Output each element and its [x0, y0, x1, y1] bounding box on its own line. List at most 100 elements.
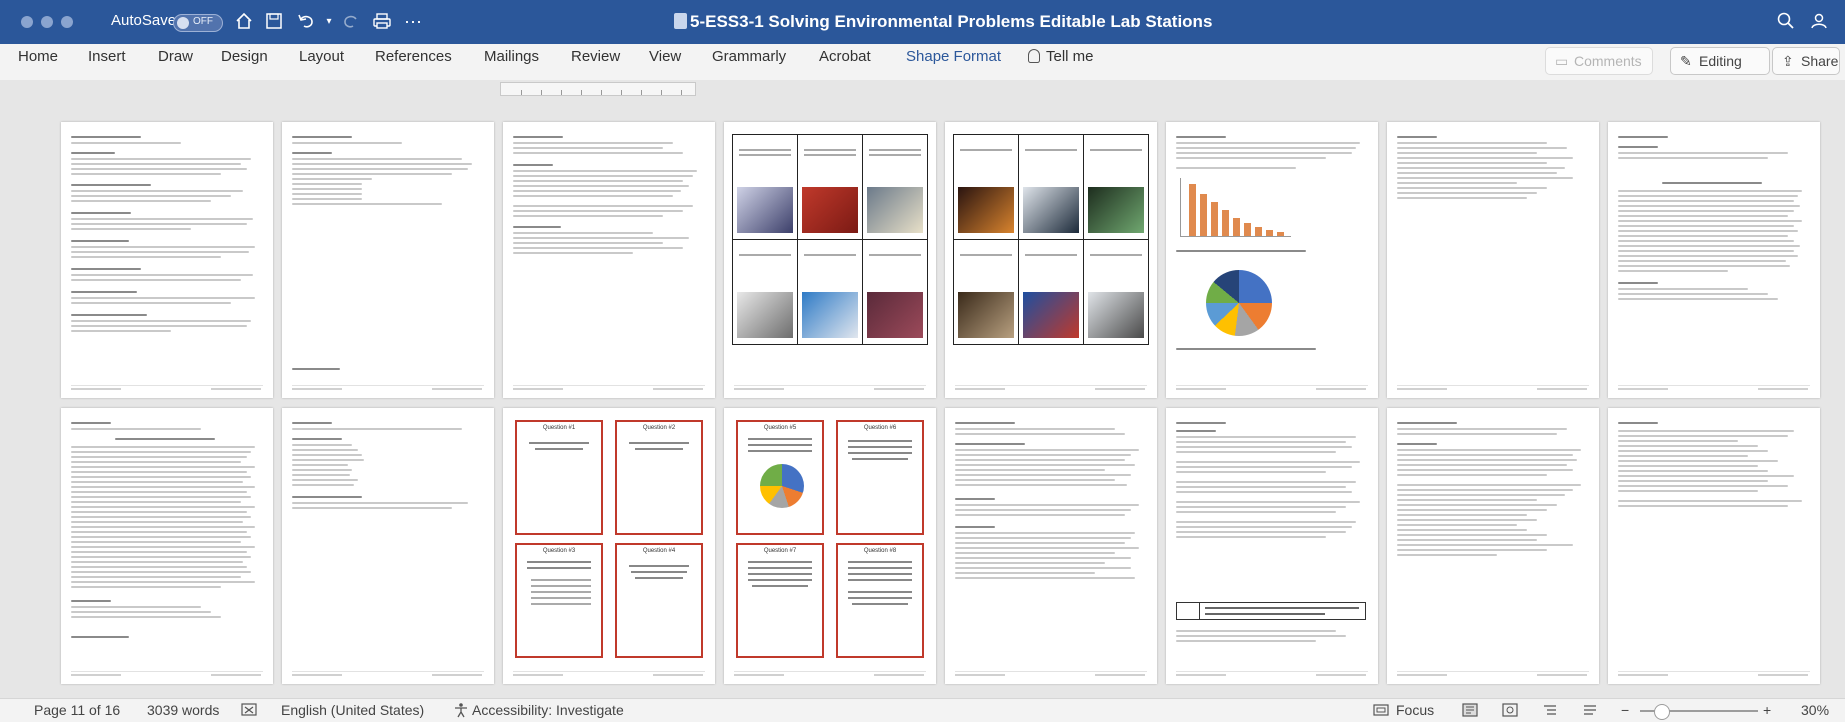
accessibility-status[interactable]: Accessibility: Investigate: [472, 702, 624, 718]
zoom-level[interactable]: 30%: [1801, 702, 1829, 718]
word-count[interactable]: 3039 words: [147, 702, 219, 718]
tab-review[interactable]: Review: [571, 48, 620, 65]
tab-mailings[interactable]: Mailings: [484, 48, 539, 65]
autosave-toggle[interactable]: OFF: [173, 14, 223, 32]
autosave-toggle-knob: [177, 17, 189, 29]
autosave-state: OFF: [193, 16, 213, 27]
question-card: Question #2: [615, 420, 703, 535]
page-thumbnail[interactable]: [1387, 122, 1599, 398]
tab-view[interactable]: View: [649, 48, 681, 65]
page-thumbnail[interactable]: [1608, 122, 1820, 398]
example-card: [1018, 239, 1084, 345]
horizontal-ruler[interactable]: [500, 82, 696, 96]
lightbulb-icon: [1028, 49, 1040, 63]
tab-shape-format[interactable]: Shape Format: [906, 48, 1001, 65]
home-icon[interactable]: [233, 11, 255, 33]
editing-button[interactable]: ✎ Editing: [1670, 47, 1770, 75]
print-icon[interactable]: [371, 11, 393, 33]
page-thumbnail[interactable]: [282, 122, 494, 398]
zoom-out-button[interactable]: −: [1621, 702, 1629, 718]
tab-draw[interactable]: Draw: [158, 48, 193, 65]
draft-view-icon[interactable]: [1581, 702, 1601, 721]
ruler-area: [0, 80, 1845, 98]
document-icon: [674, 13, 687, 29]
page-thumbnail[interactable]: [945, 122, 1157, 398]
example-card: [797, 134, 863, 240]
page-thumbnail[interactable]: [1387, 408, 1599, 684]
page-thumbnail[interactable]: [945, 408, 1157, 684]
focus-icon[interactable]: [1372, 702, 1392, 721]
question-card-title: Question #7: [763, 548, 797, 554]
page-thumbnail[interactable]: Question #5 Question #6 Question #7 Ques…: [724, 408, 936, 684]
question-card-title: Question #5: [763, 425, 797, 431]
status-bar: Page 11 of 16 3039 words English (United…: [0, 698, 1845, 722]
tab-grammarly[interactable]: Grammarly: [712, 48, 786, 65]
web-layout-view-icon[interactable]: [1501, 702, 1521, 721]
example-card: [862, 239, 928, 345]
title-bar: AutoSave OFF ▾ ⋯ 5-ESS3-1 Solving Enviro…: [0, 0, 1845, 44]
left-gutter: [0, 98, 17, 698]
tab-acrobat[interactable]: Acrobat: [819, 48, 871, 65]
redo-icon[interactable]: [340, 11, 362, 33]
question-card-title: Question #2: [642, 425, 676, 431]
tell-me[interactable]: Tell me: [1028, 48, 1094, 65]
pie-chart-graphic: [1206, 270, 1272, 336]
page-thumbnail[interactable]: Question #1 Question #2 Question #3 Ques…: [503, 408, 715, 684]
minimize-window-button[interactable]: [41, 16, 53, 28]
share-label: Share: [1801, 53, 1839, 69]
example-card: [797, 239, 863, 345]
question-card: Question #8: [836, 543, 924, 658]
question-card: Question #7: [736, 543, 824, 658]
proofing-icon[interactable]: [241, 702, 261, 721]
document-title: 5-ESS3-1 Solving Environmental Problems …: [690, 12, 1213, 31]
tab-layout[interactable]: Layout: [299, 48, 344, 65]
search-icon[interactable]: [1775, 11, 1797, 33]
tab-insert[interactable]: Insert: [88, 48, 126, 65]
tell-me-label: Tell me: [1046, 48, 1094, 65]
undo-icon[interactable]: [295, 11, 317, 33]
page-thumbnail[interactable]: [1166, 408, 1378, 684]
question-card-title: Question #1: [542, 425, 576, 431]
print-layout-view-icon[interactable]: [1461, 702, 1481, 721]
tab-home[interactable]: Home: [18, 48, 58, 65]
page-thumbnail[interactable]: [61, 122, 273, 398]
question-card-title: Question #3: [542, 548, 576, 554]
bar-chart-graphic: [1180, 178, 1291, 237]
tab-references[interactable]: References: [375, 48, 452, 65]
tab-design[interactable]: Design: [221, 48, 268, 65]
question-card: Question #6: [836, 420, 924, 535]
comment-icon: ▭: [1555, 53, 1569, 69]
maximize-window-button[interactable]: [61, 16, 73, 28]
comments-label: Comments: [1574, 53, 1642, 69]
example-card: [732, 239, 798, 345]
page-thumbnail[interactable]: [282, 408, 494, 684]
share-icon: ⇪: [1782, 53, 1794, 69]
close-window-button[interactable]: [21, 16, 33, 28]
page-thumbnail[interactable]: [1608, 408, 1820, 684]
zoom-in-button[interactable]: +: [1763, 702, 1771, 718]
page-thumbnail[interactable]: [1166, 122, 1378, 398]
page-count[interactable]: Page 11 of 16: [34, 702, 120, 718]
autosave-label: AutoSave: [111, 12, 177, 29]
example-card: [862, 134, 928, 240]
language-status[interactable]: English (United States): [281, 702, 424, 718]
chevron-down-icon[interactable]: ▾: [318, 11, 340, 33]
account-icon[interactable]: [1808, 11, 1830, 33]
accessibility-icon[interactable]: [452, 702, 472, 721]
claim-table: [1176, 602, 1366, 620]
page-thumbnail[interactable]: [724, 122, 936, 398]
share-button[interactable]: ⇪ Share: [1772, 47, 1840, 75]
question-card-title: Question #4: [642, 548, 676, 554]
document-canvas[interactable]: Question #1 Question #2 Question #3 Ques…: [17, 98, 1845, 698]
pencil-icon: ✎: [1680, 53, 1692, 69]
more-icon[interactable]: ⋯: [402, 11, 424, 33]
page-thumbnail[interactable]: [61, 408, 273, 684]
comments-button[interactable]: ▭ Comments: [1545, 47, 1653, 75]
zoom-slider-handle[interactable]: [1654, 704, 1670, 720]
save-icon[interactable]: [263, 11, 285, 33]
example-card: [953, 134, 1019, 240]
example-card: [732, 134, 798, 240]
outline-view-icon[interactable]: [1541, 702, 1561, 721]
focus-label[interactable]: Focus: [1396, 702, 1434, 718]
page-thumbnail[interactable]: [503, 122, 715, 398]
